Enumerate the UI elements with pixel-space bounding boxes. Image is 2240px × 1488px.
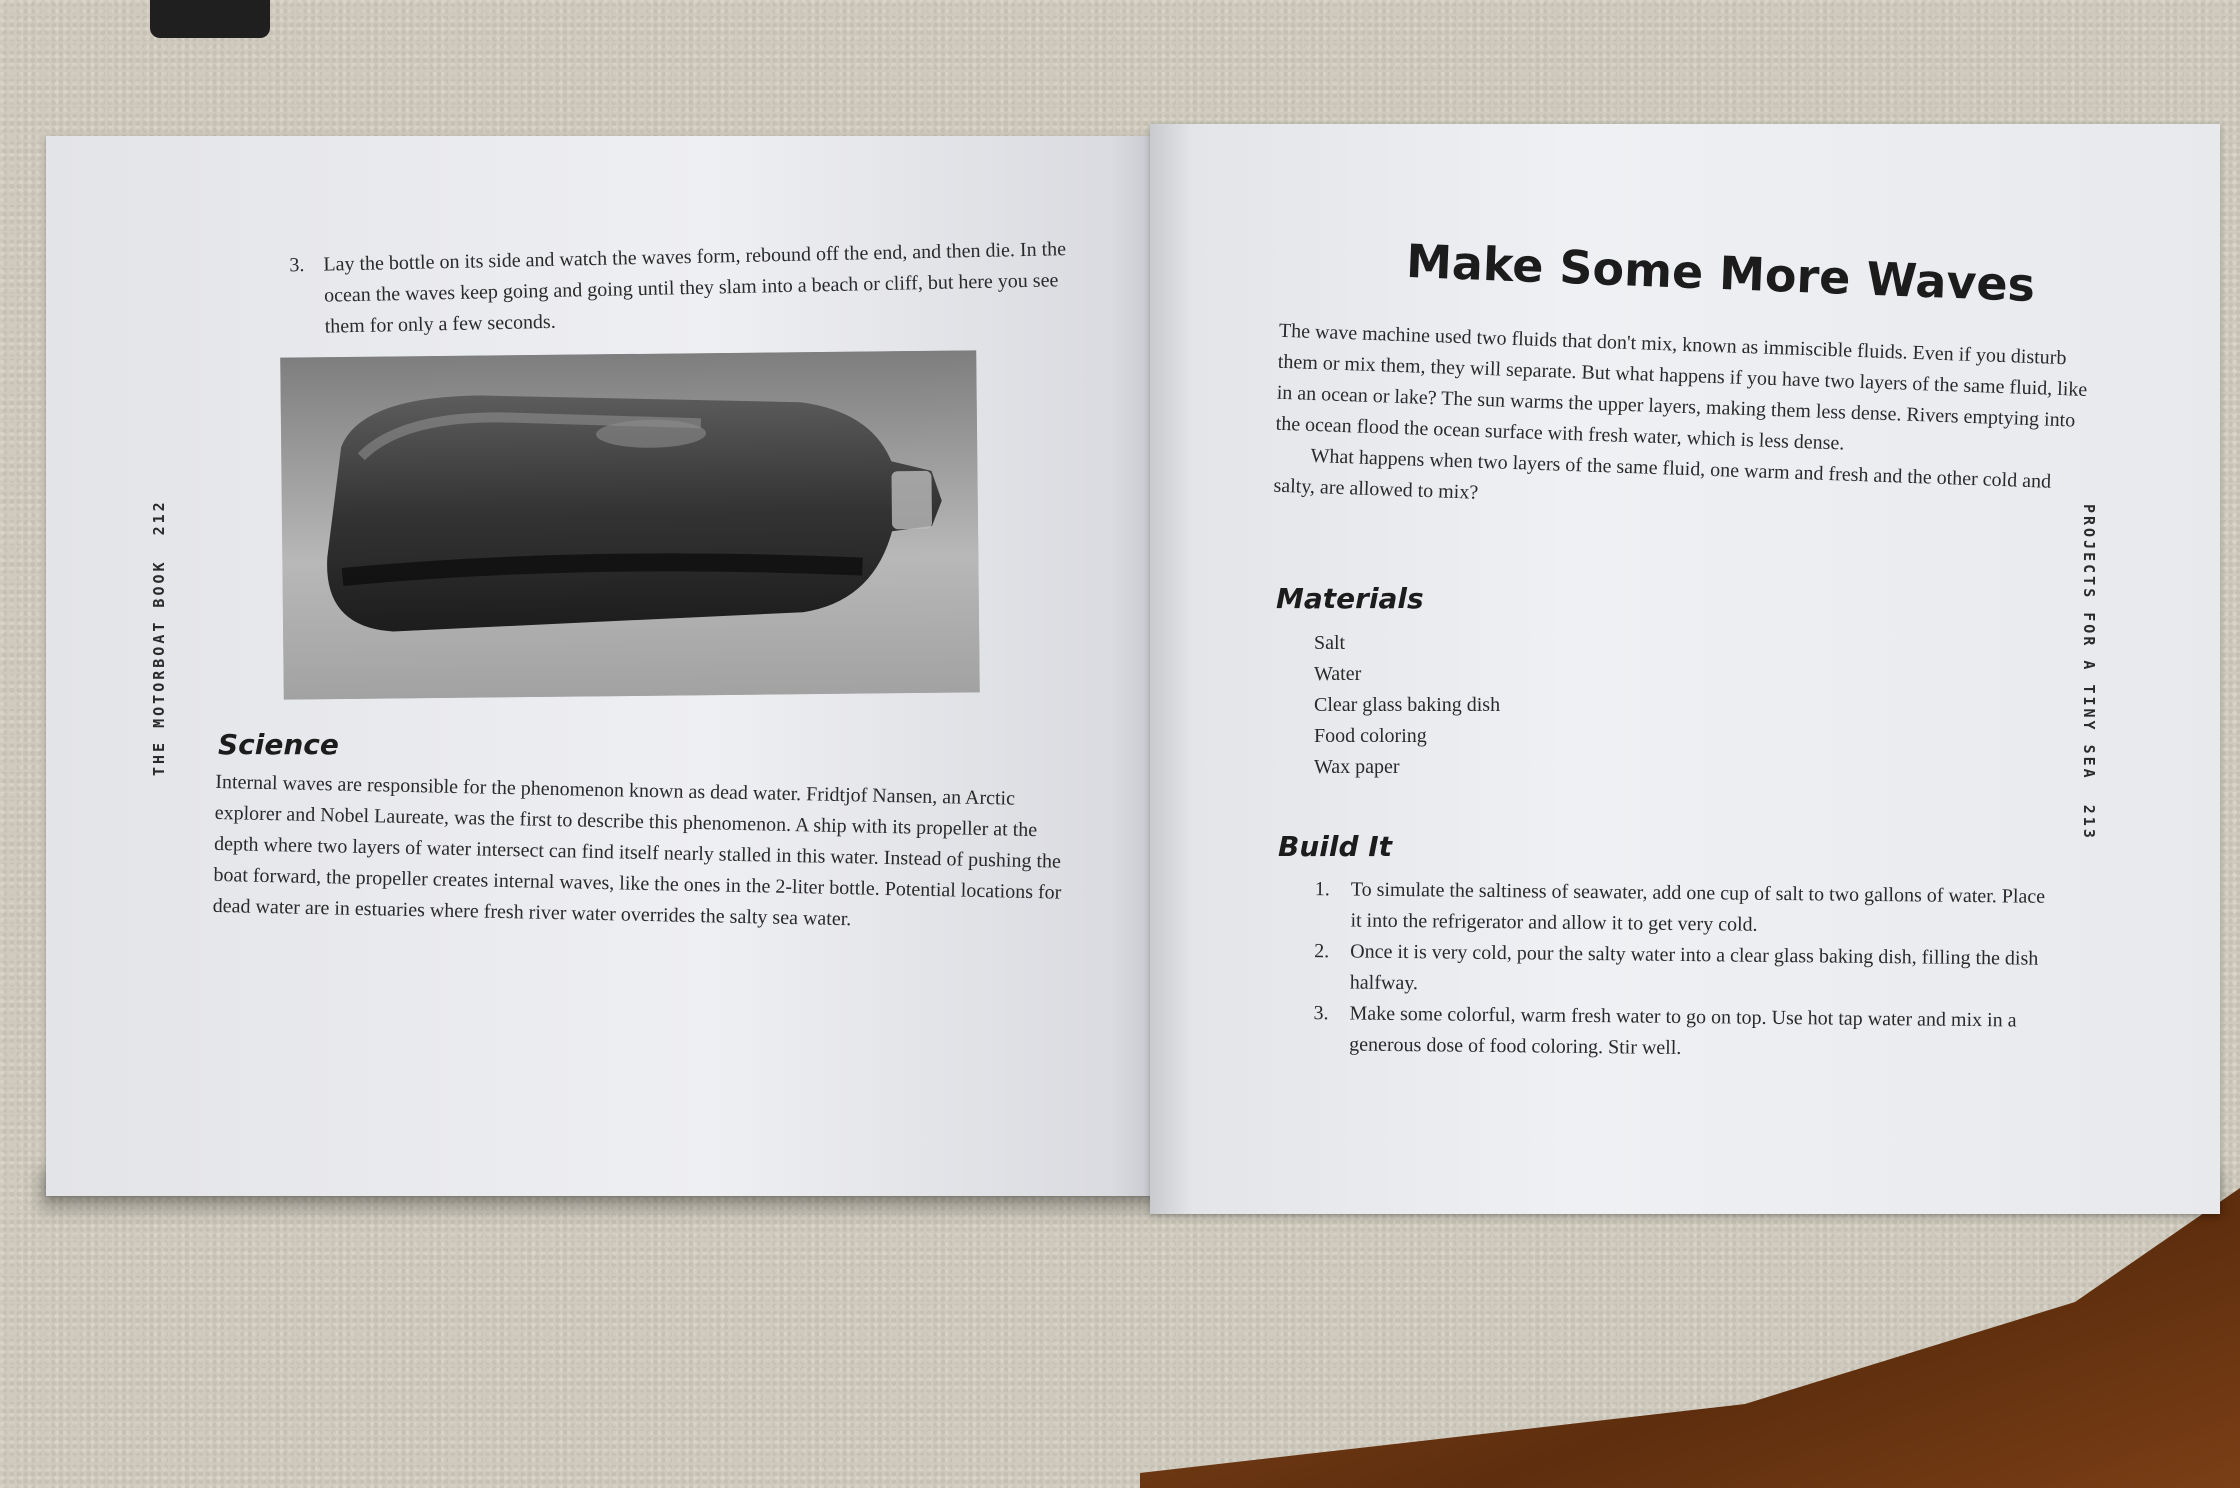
wood-floor xyxy=(1140,1188,2240,1488)
bottle-photo xyxy=(280,350,980,700)
step-number: 1. xyxy=(1314,878,1330,901)
build-heading: Build It xyxy=(1278,830,1393,863)
list-item: Wax paper xyxy=(1314,756,1400,778)
step-text: Once it is very cold, pour the salty wat… xyxy=(1349,940,2039,995)
list-item: Water xyxy=(1314,663,1362,685)
list-item: 3. Make some colorful, warm fresh water … xyxy=(1313,998,2054,1068)
page-title: Make Some More Waves xyxy=(1405,233,2037,313)
list-item: Food coloring xyxy=(1314,725,1427,747)
background-object xyxy=(150,0,270,38)
list-item: 1. To simulate the saltiness of seawater… xyxy=(1314,874,2055,944)
intro-block: The wave machine used two fluids that do… xyxy=(1273,316,2099,531)
list-item: Salt xyxy=(1314,632,1346,654)
right-page-number: 213 xyxy=(2080,804,2098,841)
left-page: THE MOTORBOAT BOOK 212 3. Lay the bottle… xyxy=(46,136,1156,1196)
materials-list: Salt Water Clear glass baking dish Food … xyxy=(1314,628,1714,783)
materials-heading: Materials xyxy=(1276,582,1424,615)
list-item: 2. Once it is very cold, pour the salty … xyxy=(1314,936,2055,1006)
step-number: 2. xyxy=(1314,940,1330,963)
list-item: Clear glass baking dish xyxy=(1314,694,1501,716)
left-running-head: THE MOTORBOAT BOOK 212 xyxy=(150,499,168,776)
step-3: 3. Lay the bottle on its side and watch … xyxy=(289,234,1091,344)
right-page: Make Some More Waves The wave machine us… xyxy=(1150,124,2220,1214)
step-text: Lay the bottle on its side and watch the… xyxy=(323,238,1067,338)
step-number: 3. xyxy=(1313,1002,1329,1025)
step-text: Make some colorful, warm fresh water to … xyxy=(1349,1002,2017,1059)
right-running-head: PROJECTS FOR A TINY SEA 213 xyxy=(2080,504,2098,841)
step-number: 3. xyxy=(289,254,305,277)
step-text: To simulate the saltiness of seawater, a… xyxy=(1350,878,2046,936)
science-heading: Science xyxy=(218,728,339,761)
left-page-number: 212 xyxy=(150,499,168,536)
bottle-image xyxy=(280,350,980,700)
build-steps-list: 1. To simulate the saltiness of seawater… xyxy=(1313,874,2055,1068)
science-paragraph: Internal waves are responsible for the p… xyxy=(212,770,1062,931)
